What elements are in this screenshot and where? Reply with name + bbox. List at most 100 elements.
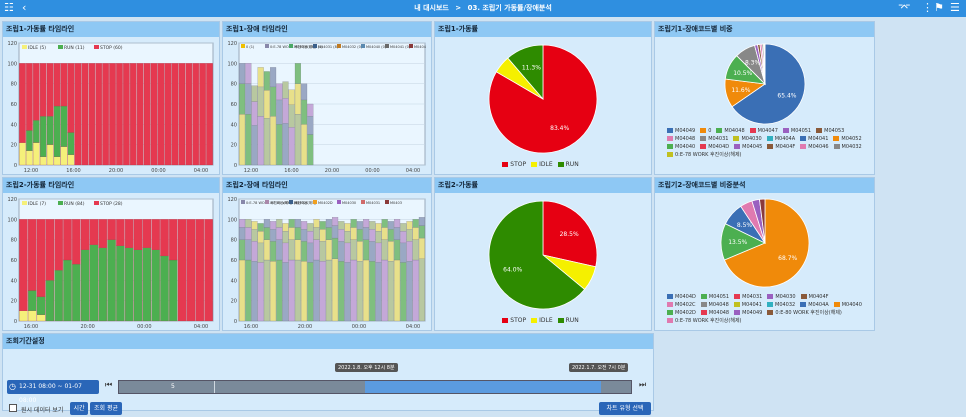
fault-bar — [251, 85, 258, 102]
fault-code-legend: M0404D M04051 M04031 M04030 M0404FM0402C M040… — [667, 293, 867, 325]
legend-item[interactable]: M0404A — [800, 301, 829, 309]
query-average-button[interactable]: 조회 평균 — [90, 402, 122, 415]
clock-icon: ◷ — [9, 382, 16, 391]
legend-item: M0404 — [414, 45, 427, 49]
legend-item[interactable]: M04030 — [767, 293, 796, 301]
legend-item[interactable]: M04048 — [700, 301, 729, 309]
legend-item[interactable]: M04046 — [800, 143, 829, 151]
fault-bar — [270, 229, 277, 242]
y-tick-label: 80 — [231, 82, 237, 88]
fault-bar — [245, 259, 252, 322]
legend-item[interactable]: M04052 — [833, 135, 862, 143]
timeline-bar — [142, 219, 152, 248]
skip-end-icon[interactable]: ⏭ — [639, 380, 646, 390]
legend-item[interactable]: M0404D — [667, 293, 696, 301]
fault-bar — [356, 241, 363, 262]
legend-swatch — [361, 44, 365, 48]
assembly2-status-timeline-chart[interactable]: 120 100 80 60 40 20 0 16:00 20:00 00:00 04:00 IDLE … — [3, 193, 219, 331]
legend-item[interactable]: 0 — [700, 127, 711, 135]
skip-start-icon[interactable]: ⏮ — [105, 380, 112, 390]
legend-item: RUN (11) — [64, 45, 85, 51]
legend-item[interactable]: M0402D — [667, 309, 696, 317]
legend-item[interactable]: M04031 — [734, 293, 762, 301]
share-icon[interactable]: ⌤ — [898, 1, 911, 15]
menu-icon[interactable]: ☰ — [950, 1, 960, 15]
legend-item[interactable]: M0404F — [767, 143, 795, 151]
legend-item[interactable]: M04040 — [833, 301, 862, 309]
slider-handle-left-tooltip[interactable]: 2022.1.8. 오후 12시 8분 — [335, 363, 398, 372]
bell-icon[interactable]: ⚑ — [934, 1, 944, 15]
timeline-bar — [98, 247, 107, 322]
y-tick-label: 40 — [11, 278, 17, 284]
legend-item[interactable]: M04041 — [800, 135, 828, 143]
legend-item[interactable]: M0404F — [800, 293, 829, 301]
chart-type-select-button[interactable]: 차트 유형 선택 — [599, 402, 651, 415]
breadcrumb-root[interactable]: 내 대시보드 — [414, 4, 449, 12]
period-range-box[interactable]: ◷ 12-31 08:00 ~ 01-07 08:00 — [7, 380, 99, 404]
legend-item[interactable]: M04048 — [716, 127, 745, 135]
assembly1-fault-timeline-chart[interactable]: 120 100 80 60 40 20 0 12:00 16:00 20:00 00:00 04:00… — [223, 37, 431, 175]
legend-item[interactable]: M0404A — [766, 135, 795, 143]
legend-item[interactable]: M04047 — [749, 127, 778, 135]
legend-item[interactable]: 0:E-78 WORK 후진이상(해제) — [667, 317, 742, 325]
legend-item[interactable]: M0404D — [700, 143, 729, 151]
legend-item[interactable]: M04045 — [734, 143, 762, 151]
time-button[interactable]: 시간 — [70, 402, 88, 415]
assembly2-fault-code-pie[interactable]: 68.7% 13.5% 8.5% — [655, 193, 874, 293]
panel-title: 조립1-장애 타임라인 — [223, 22, 431, 37]
slider-handle-right-tooltip[interactable]: 2022.1.7. 오전 7시 0분 — [569, 363, 629, 372]
legend-item[interactable]: RUN — [557, 161, 579, 168]
timeline-bar — [33, 142, 40, 166]
fault-bar — [394, 227, 401, 240]
legend-swatch — [337, 44, 341, 48]
legend-item[interactable]: M04049 — [667, 127, 695, 135]
raw-data-checkbox[interactable] — [9, 404, 17, 412]
legend-item[interactable]: M04048 — [667, 135, 695, 143]
x-tick-label: 12:00 — [244, 168, 258, 174]
assembly1-status-timeline-chart[interactable]: 120 100 80 60 40 20 0 12:00 16:00 20:00 00:00 04:00… — [3, 37, 219, 175]
more-vert-icon[interactable]: ⋮ — [922, 1, 933, 15]
legend-item[interactable]: 0:E-78 WORK 후진이상(해제) — [667, 151, 742, 159]
legend-item[interactable]: M04051 — [782, 127, 811, 135]
timeline-bar — [45, 280, 55, 322]
legend-item[interactable]: M04040 — [667, 143, 695, 151]
timeline-bar — [164, 63, 172, 166]
legend-item[interactable]: M04031 — [700, 135, 728, 143]
pie-legend: STOP IDLE RUN — [435, 317, 651, 324]
legend-item[interactable]: M04032 — [767, 301, 795, 309]
slider-selected-range[interactable] — [365, 381, 601, 393]
timeline-bar — [60, 146, 68, 166]
timeline-bar — [133, 219, 143, 250]
legend-item[interactable]: M0402C — [667, 301, 696, 309]
legend-item[interactable]: M04051 — [700, 293, 729, 301]
legend-item[interactable]: M04030 — [733, 135, 762, 143]
assembly2-utilization-pie[interactable]: 28.5% 64.0% — [435, 193, 651, 317]
legend-item[interactable]: M04032 — [833, 143, 862, 151]
legend-item[interactable]: M04053 — [816, 127, 844, 135]
legend-item[interactable]: IDLE — [531, 161, 553, 168]
legend-item[interactable]: M04049 — [734, 309, 762, 317]
timeline-bar — [206, 63, 213, 166]
legend-item[interactable]: STOP — [502, 317, 526, 324]
fault-bar — [301, 99, 308, 125]
fault-bar — [288, 219, 295, 228]
assembly2-fault-timeline-chart[interactable]: 12010080604020016:00 20:00 00:00 04:000:E-7… — [223, 193, 431, 331]
period-slider-track[interactable]: 5 — [118, 380, 632, 394]
legend-item[interactable]: STOP — [502, 161, 526, 168]
legend-item[interactable]: IDLE — [531, 317, 553, 324]
legend-item[interactable]: 0:E-80 WORK 후진이상(해제) — [767, 309, 842, 317]
legend-item[interactable]: RUN — [557, 317, 579, 324]
assembly1-fault-code-pie[interactable]: 65.4% 11.6% 10.5% 8.3% — [655, 37, 874, 127]
timeline-bar — [80, 249, 90, 322]
breadcrumb: 내 대시보드 > 03. 조립기 가동률/장애분석 — [0, 3, 966, 13]
legend-item[interactable]: M04041 — [733, 301, 762, 309]
legend-item: M04040 (0) — [366, 45, 387, 49]
assembly1-utilization-pie[interactable]: 83.4% 11.3% — [435, 37, 651, 161]
legend-item[interactable]: M04048 — [700, 309, 729, 317]
timeline-bar — [143, 63, 151, 166]
x-tick-label: 04:00 — [194, 168, 208, 174]
fault-bar — [325, 227, 332, 240]
panel-assembly2-fault-code-share: 조립기2-장애코드별 비중분석 68.7% 13.5% 8.5% M0404D M04… — [654, 177, 875, 331]
timeline-bar — [81, 63, 89, 166]
timeline-bar — [33, 120, 40, 143]
